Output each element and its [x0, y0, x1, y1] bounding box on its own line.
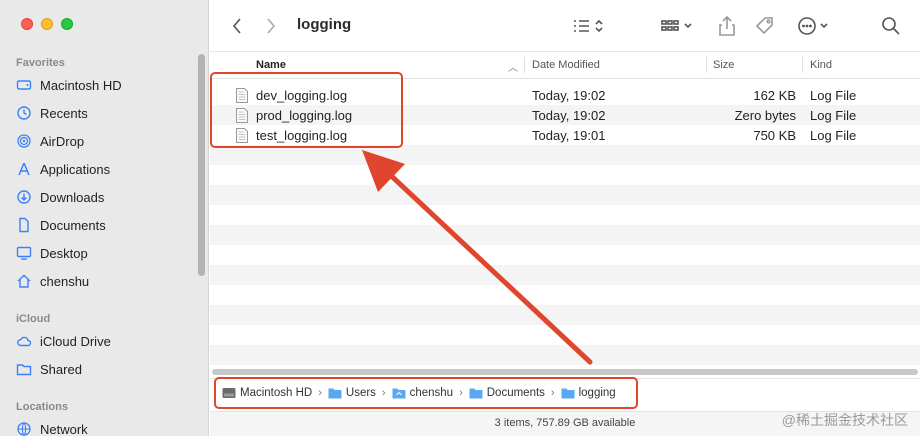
sidebar-item-label: Network	[40, 421, 88, 436]
empty-row-stripes	[210, 145, 920, 367]
sidebar-item-chenshu[interactable]: chenshu	[16, 270, 196, 292]
file-date: Today, 19:02	[532, 87, 606, 103]
home-icon	[16, 273, 32, 289]
window-controls	[21, 18, 73, 30]
sidebar: Favorites Macintosh HD Recents AirDrop A…	[0, 0, 209, 436]
sidebar-item-downloads[interactable]: Downloads	[16, 186, 196, 208]
sidebar-item-label: Recents	[40, 105, 88, 121]
search-button[interactable]	[880, 14, 902, 38]
tag-icon	[755, 17, 773, 35]
file-size: 162 KB	[753, 87, 796, 103]
group-button[interactable]	[660, 14, 698, 38]
window-title: logging	[297, 16, 352, 33]
file-date: Today, 19:02	[532, 107, 606, 123]
sidebar-item-applications[interactable]: Applications	[16, 158, 196, 180]
close-window-button[interactable]	[21, 18, 33, 30]
sidebar-item-shared[interactable]: Shared	[16, 358, 196, 380]
chevron-right-icon	[267, 18, 276, 34]
sidebar-item-label: Shared	[40, 361, 82, 377]
clock-icon	[16, 105, 32, 121]
annotation-box-files	[210, 72, 403, 148]
minimize-window-button[interactable]	[41, 18, 53, 30]
grid-icon	[661, 20, 692, 31]
sort-chevron-up-icon: ︿	[508, 63, 518, 74]
download-icon	[16, 189, 32, 205]
globe-icon	[16, 421, 32, 436]
column-separator[interactable]	[802, 57, 803, 73]
column-name[interactable]: Name	[256, 59, 286, 71]
sidebar-section-favorites: Favorites	[16, 57, 65, 69]
sidebar-item-label: iCloud Drive	[40, 333, 111, 349]
sidebar-item-label: Applications	[40, 161, 111, 177]
file-kind: Log File	[810, 107, 857, 123]
sidebar-scrollbar[interactable]	[198, 54, 205, 276]
sidebar-item-airdrop[interactable]: AirDrop	[16, 130, 196, 152]
file-size: Zero bytes	[734, 107, 796, 123]
search-icon	[882, 17, 900, 35]
sidebar-item-network[interactable]: Network	[16, 418, 196, 436]
chevron-left-icon	[232, 18, 241, 34]
zoom-window-button[interactable]	[61, 18, 73, 30]
sidebar-item-label: chenshu	[40, 273, 90, 289]
watermark: @稀土掘金技术社区	[781, 412, 908, 428]
shared-folder-icon	[16, 361, 32, 377]
sidebar-section-icloud: iCloud	[16, 313, 51, 325]
share-button[interactable]	[716, 14, 738, 38]
cloud-icon	[16, 333, 32, 349]
column-separator[interactable]	[706, 57, 707, 73]
action-menu-button[interactable]	[796, 14, 834, 38]
column-kind[interactable]: Kind	[810, 59, 832, 71]
sidebar-section-locations: Locations	[16, 401, 68, 413]
sidebar-item-label: Macintosh HD	[40, 77, 122, 93]
sidebar-item-label: Documents	[40, 217, 106, 233]
column-size[interactable]: Size	[713, 59, 734, 71]
harddisk-icon	[16, 77, 32, 93]
tag-button[interactable]	[754, 14, 776, 38]
sidebar-item-icloud-drive[interactable]: iCloud Drive	[16, 330, 196, 352]
airdrop-icon	[16, 133, 32, 149]
document-icon	[16, 217, 32, 233]
sidebar-item-documents[interactable]: Documents	[16, 214, 196, 236]
view-options-button[interactable]	[570, 14, 610, 38]
sidebar-item-label: AirDrop	[40, 133, 85, 149]
sidebar-item-label: Downloads	[40, 189, 105, 205]
sidebar-item-macintosh-hd[interactable]: Macintosh HD	[16, 74, 196, 96]
file-kind: Log File	[810, 127, 857, 143]
column-separator[interactable]	[524, 57, 525, 73]
annotation-box-path	[214, 377, 638, 409]
desktop-icon	[16, 245, 32, 261]
file-date: Today, 19:01	[532, 127, 606, 143]
applications-icon	[16, 161, 32, 177]
column-date-modified[interactable]: Date Modified	[532, 59, 600, 71]
file-kind: Log File	[810, 87, 857, 103]
sidebar-item-recents[interactable]: Recents	[16, 102, 196, 124]
ellipsis-circle-icon	[798, 17, 828, 35]
sidebar-item-label: Desktop	[40, 245, 88, 261]
list-view-icon	[574, 19, 603, 33]
forward-button[interactable]	[262, 14, 280, 38]
back-button[interactable]	[228, 14, 246, 38]
toolbar: logging	[210, 0, 920, 52]
share-icon	[719, 15, 735, 36]
horizontal-scrollbar[interactable]	[212, 369, 918, 375]
file-size: 750 KB	[753, 127, 796, 143]
sidebar-item-desktop[interactable]: Desktop	[16, 242, 196, 264]
